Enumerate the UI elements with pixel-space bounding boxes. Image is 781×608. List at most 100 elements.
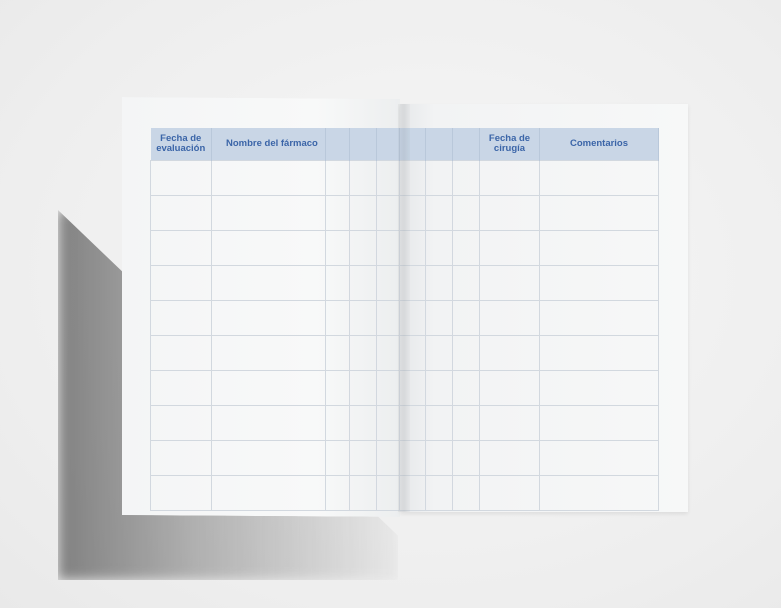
- header-evaluation-date: Fecha de evaluación: [150, 128, 212, 161]
- header-blank-5: [425, 128, 453, 161]
- empty-cell: [425, 475, 453, 511]
- empty-cell: [150, 335, 212, 371]
- empty-cell: [211, 370, 326, 406]
- empty-cell: [376, 440, 400, 476]
- empty-cell: [479, 370, 540, 406]
- empty-cell: [211, 440, 326, 476]
- empty-cell: [425, 195, 453, 231]
- empty-cell: [349, 160, 377, 196]
- empty-cell: [539, 195, 659, 231]
- empty-cell: [539, 265, 659, 301]
- empty-cell: [211, 265, 326, 301]
- empty-cell: [211, 300, 326, 336]
- empty-cell: [150, 300, 212, 336]
- empty-cell: [539, 300, 659, 336]
- empty-cell: [539, 335, 659, 371]
- empty-cell: [349, 195, 377, 231]
- empty-cell: [150, 405, 212, 441]
- empty-cell: [376, 265, 400, 301]
- empty-cell: [452, 405, 480, 441]
- empty-cell: [539, 230, 659, 266]
- empty-cell: [452, 335, 480, 371]
- empty-cell: [539, 440, 659, 476]
- empty-cell: [349, 475, 377, 511]
- empty-cell: [479, 195, 540, 231]
- empty-cell: [325, 370, 350, 406]
- header-blank-1: [325, 128, 350, 161]
- empty-cell: [150, 265, 212, 301]
- empty-cell: [479, 265, 540, 301]
- empty-cell: [349, 370, 377, 406]
- empty-cell: [452, 475, 480, 511]
- empty-cell: [150, 475, 212, 511]
- empty-cell: [425, 370, 453, 406]
- empty-cell: [425, 230, 453, 266]
- header-surgery-date-line2: cirugía: [493, 143, 526, 154]
- empty-cell: [349, 300, 377, 336]
- empty-cell: [325, 300, 350, 336]
- empty-cell: [376, 405, 400, 441]
- empty-cell: [452, 195, 480, 231]
- empty-cell: [349, 335, 377, 371]
- empty-cell: [452, 160, 480, 196]
- empty-cell: [376, 475, 400, 511]
- empty-cell: [211, 475, 326, 511]
- empty-cell: [325, 440, 350, 476]
- empty-cell: [150, 195, 212, 231]
- empty-cell: [479, 335, 540, 371]
- empty-cell: [479, 230, 540, 266]
- header-blank-2: [349, 128, 377, 161]
- empty-cell: [376, 335, 400, 371]
- header-blank-3: [376, 128, 400, 161]
- empty-cell: [211, 405, 326, 441]
- empty-cell: [349, 265, 377, 301]
- empty-cell: [325, 405, 350, 441]
- empty-cell: [349, 440, 377, 476]
- empty-cell: [211, 160, 326, 196]
- empty-cell: [425, 300, 453, 336]
- empty-cell: [452, 230, 480, 266]
- empty-cell: [452, 370, 480, 406]
- empty-cell: [479, 160, 540, 196]
- empty-cell: [425, 265, 453, 301]
- empty-cell: [376, 230, 400, 266]
- empty-cell: [425, 335, 453, 371]
- empty-cell: [376, 300, 400, 336]
- empty-cell: [325, 195, 350, 231]
- empty-cell: [325, 265, 350, 301]
- empty-cell: [425, 440, 453, 476]
- empty-cell: [325, 335, 350, 371]
- page-fold: [398, 104, 410, 512]
- empty-cell: [425, 405, 453, 441]
- empty-cell: [425, 160, 453, 196]
- empty-cell: [211, 230, 326, 266]
- empty-cell: [150, 230, 212, 266]
- empty-cell: [376, 160, 400, 196]
- empty-cell: [539, 370, 659, 406]
- empty-cell: [479, 300, 540, 336]
- empty-cell: [349, 230, 377, 266]
- header-drug-name: Nombre del fármaco: [211, 128, 326, 161]
- empty-cell: [539, 160, 659, 196]
- empty-cell: [150, 370, 212, 406]
- empty-cell: [325, 475, 350, 511]
- empty-cell: [211, 335, 326, 371]
- empty-cell: [452, 300, 480, 336]
- empty-cell: [479, 475, 540, 511]
- empty-cell: [452, 265, 480, 301]
- empty-cell: [479, 440, 540, 476]
- empty-cell: [479, 405, 540, 441]
- empty-cell: [376, 370, 400, 406]
- empty-cell: [376, 195, 400, 231]
- empty-cell: [211, 195, 326, 231]
- empty-cell: [539, 475, 659, 511]
- empty-cell: [150, 160, 212, 196]
- empty-cell: [349, 405, 377, 441]
- header-surgery-date: Fecha de cirugía: [479, 128, 540, 161]
- header-blank-6: [452, 128, 480, 161]
- header-comments: Comentarios: [539, 128, 659, 161]
- header-evaluation-date-line2: evaluación: [156, 143, 206, 154]
- empty-cell: [150, 440, 212, 476]
- empty-cell: [325, 160, 350, 196]
- empty-cell: [539, 405, 659, 441]
